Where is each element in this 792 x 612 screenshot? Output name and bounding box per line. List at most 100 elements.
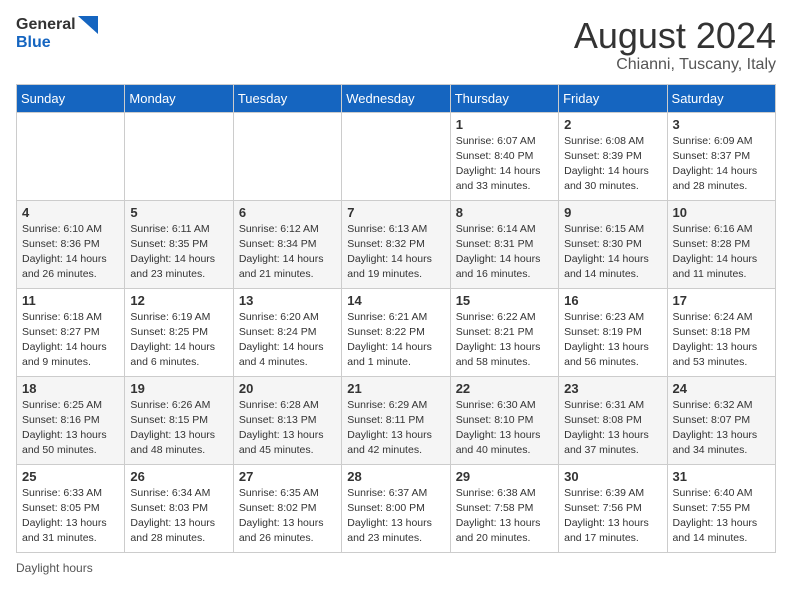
calendar-cell: 13Sunrise: 6:20 AM Sunset: 8:24 PM Dayli… (233, 288, 341, 376)
day-number: 7 (347, 205, 444, 220)
logo: GeneralBlue (16, 16, 98, 52)
day-number: 28 (347, 469, 444, 484)
day-info: Sunrise: 6:26 AM Sunset: 8:15 PM Dayligh… (130, 398, 227, 459)
day-number: 8 (456, 205, 553, 220)
calendar-cell: 30 Sunrise: 6:39 AM Sunset: 7:56 PM Dayli… (559, 464, 667, 552)
day-info: Sunrise: 6:34 AM Sunset: 8:03 PM Dayligh… (130, 486, 227, 547)
day-info: Sunrise: 6:11 AM Sunset: 8:35 PM Dayligh… (130, 222, 227, 283)
calendar-body: 1Sunrise: 6:07 AM Sunset: 8:40 PM Daylig… (17, 112, 776, 552)
day-info: Sunrise: 6:21 AM Sunset: 8:22 PM Dayligh… (347, 310, 444, 371)
day-number: 10 (673, 205, 770, 220)
logo-blue: Blue (16, 34, 51, 51)
calendar-cell: 26 Sunrise: 6:34 AM Sunset: 8:03 PM Dayli… (125, 464, 233, 552)
calendar-cell: 8 Sunrise: 6:14 AM Sunset: 8:31 PM Daylig… (450, 200, 558, 288)
day-info: Sunrise: 6:39 AM Sunset: 7:56 PM Dayligh… (564, 486, 661, 547)
calendar-cell: 1Sunrise: 6:07 AM Sunset: 8:40 PM Daylig… (450, 112, 558, 200)
day-number: 13 (239, 293, 336, 308)
calendar-day-header: Thursday (450, 84, 558, 112)
day-info: Sunrise: 6:29 AM Sunset: 8:11 PM Dayligh… (347, 398, 444, 459)
calendar-cell (17, 112, 125, 200)
day-info: Sunrise: 6:08 AM Sunset: 8:39 PM Dayligh… (564, 134, 661, 195)
day-info: Sunrise: 6:16 AM Sunset: 8:28 PM Dayligh… (673, 222, 770, 283)
day-info: Sunrise: 6:07 AM Sunset: 8:40 PM Dayligh… (456, 134, 553, 195)
calendar-day-header: Sunday (17, 84, 125, 112)
calendar-cell (125, 112, 233, 200)
calendar-week-row: 1Sunrise: 6:07 AM Sunset: 8:40 PM Daylig… (17, 112, 776, 200)
calendar-table: SundayMondayTuesdayWednesdayThursdayFrid… (16, 84, 776, 553)
calendar-day-header: Saturday (667, 84, 775, 112)
calendar-week-row: 25Sunrise: 6:33 AM Sunset: 8:05 PM Dayli… (17, 464, 776, 552)
calendar-cell: 16 Sunrise: 6:23 AM Sunset: 8:19 PM Dayli… (559, 288, 667, 376)
calendar-day-header: Monday (125, 84, 233, 112)
day-number: 29 (456, 469, 553, 484)
day-number: 9 (564, 205, 661, 220)
day-number: 21 (347, 381, 444, 396)
day-number: 17 (673, 293, 770, 308)
day-info: Sunrise: 6:25 AM Sunset: 8:16 PM Dayligh… (22, 398, 119, 459)
day-number: 18 (22, 381, 119, 396)
day-number: 4 (22, 205, 119, 220)
calendar-day-header: Wednesday (342, 84, 450, 112)
calendar-day-header: Friday (559, 84, 667, 112)
calendar-cell: 18 Sunrise: 6:25 AM Sunset: 8:16 PM Dayli… (17, 376, 125, 464)
calendar-cell: 2 Sunrise: 6:08 AM Sunset: 8:39 PM Daylig… (559, 112, 667, 200)
calendar-cell: 6 Sunrise: 6:12 AM Sunset: 8:34 PM Daylig… (233, 200, 341, 288)
calendar-week-row: 18 Sunrise: 6:25 AM Sunset: 8:16 PM Dayli… (17, 376, 776, 464)
main-title: August 2024 (574, 16, 776, 56)
day-number: 16 (564, 293, 661, 308)
calendar-week-row: 4 Sunrise: 6:10 AM Sunset: 8:36 PM Daylig… (17, 200, 776, 288)
day-number: 19 (130, 381, 227, 396)
day-info: Sunrise: 6:14 AM Sunset: 8:31 PM Dayligh… (456, 222, 553, 283)
day-number: 26 (130, 469, 227, 484)
header: GeneralBlue August 2024 Chianni, Tuscany… (16, 16, 776, 74)
day-number: 30 (564, 469, 661, 484)
calendar-cell: 20 Sunrise: 6:28 AM Sunset: 8:13 PM Dayli… (233, 376, 341, 464)
day-info: Sunrise: 6:38 AM Sunset: 7:58 PM Dayligh… (456, 486, 553, 547)
subtitle: Chianni, Tuscany, Italy (574, 56, 776, 74)
day-info: Sunrise: 6:10 AM Sunset: 8:36 PM Dayligh… (22, 222, 119, 283)
day-number: 27 (239, 469, 336, 484)
day-info: Sunrise: 6:18 AM Sunset: 8:27 PM Dayligh… (22, 310, 119, 371)
day-info: Sunrise: 6:40 AM Sunset: 7:55 PM Dayligh… (673, 486, 770, 547)
calendar-cell (342, 112, 450, 200)
footer-text: Daylight hours (16, 561, 93, 575)
day-info: Sunrise: 6:09 AM Sunset: 8:37 PM Dayligh… (673, 134, 770, 195)
day-number: 15 (456, 293, 553, 308)
day-number: 14 (347, 293, 444, 308)
calendar-cell (233, 112, 341, 200)
calendar-cell: 9 Sunrise: 6:15 AM Sunset: 8:30 PM Daylig… (559, 200, 667, 288)
day-info: Sunrise: 6:28 AM Sunset: 8:13 PM Dayligh… (239, 398, 336, 459)
day-info: Sunrise: 6:30 AM Sunset: 8:10 PM Dayligh… (456, 398, 553, 459)
calendar-cell: 14 Sunrise: 6:21 AM Sunset: 8:22 PM Dayli… (342, 288, 450, 376)
calendar-cell: 4 Sunrise: 6:10 AM Sunset: 8:36 PM Daylig… (17, 200, 125, 288)
day-info: Sunrise: 6:23 AM Sunset: 8:19 PM Dayligh… (564, 310, 661, 371)
logo-triangle-icon (78, 16, 98, 34)
calendar-cell: 27 Sunrise: 6:35 AM Sunset: 8:02 PM Dayli… (233, 464, 341, 552)
calendar-cell: 3 Sunrise: 6:09 AM Sunset: 8:37 PM Daylig… (667, 112, 775, 200)
logo-general: General (16, 16, 76, 33)
day-number: 6 (239, 205, 336, 220)
day-info: Sunrise: 6:31 AM Sunset: 8:08 PM Dayligh… (564, 398, 661, 459)
calendar-cell: 11Sunrise: 6:18 AM Sunset: 8:27 PM Dayli… (17, 288, 125, 376)
day-number: 2 (564, 117, 661, 132)
day-number: 24 (673, 381, 770, 396)
calendar-cell: 25Sunrise: 6:33 AM Sunset: 8:05 PM Dayli… (17, 464, 125, 552)
calendar-cell: 10 Sunrise: 6:16 AM Sunset: 8:28 PM Dayli… (667, 200, 775, 288)
day-number: 3 (673, 117, 770, 132)
day-number: 23 (564, 381, 661, 396)
calendar-cell: 22Sunrise: 6:30 AM Sunset: 8:10 PM Dayli… (450, 376, 558, 464)
calendar-header-row: SundayMondayTuesdayWednesdayThursdayFrid… (17, 84, 776, 112)
day-info: Sunrise: 6:12 AM Sunset: 8:34 PM Dayligh… (239, 222, 336, 283)
day-info: Sunrise: 6:33 AM Sunset: 8:05 PM Dayligh… (22, 486, 119, 547)
day-info: Sunrise: 6:32 AM Sunset: 8:07 PM Dayligh… (673, 398, 770, 459)
calendar-cell: 21 Sunrise: 6:29 AM Sunset: 8:11 PM Dayli… (342, 376, 450, 464)
calendar-cell: 28Sunrise: 6:37 AM Sunset: 8:00 PM Dayli… (342, 464, 450, 552)
calendar-cell: 15 Sunrise: 6:22 AM Sunset: 8:21 PM Dayli… (450, 288, 558, 376)
day-info: Sunrise: 6:15 AM Sunset: 8:30 PM Dayligh… (564, 222, 661, 283)
day-number: 12 (130, 293, 227, 308)
day-number: 20 (239, 381, 336, 396)
calendar-cell: 17Sunrise: 6:24 AM Sunset: 8:18 PM Dayli… (667, 288, 775, 376)
day-info: Sunrise: 6:35 AM Sunset: 8:02 PM Dayligh… (239, 486, 336, 547)
day-info: Sunrise: 6:22 AM Sunset: 8:21 PM Dayligh… (456, 310, 553, 371)
calendar-day-header: Tuesday (233, 84, 341, 112)
